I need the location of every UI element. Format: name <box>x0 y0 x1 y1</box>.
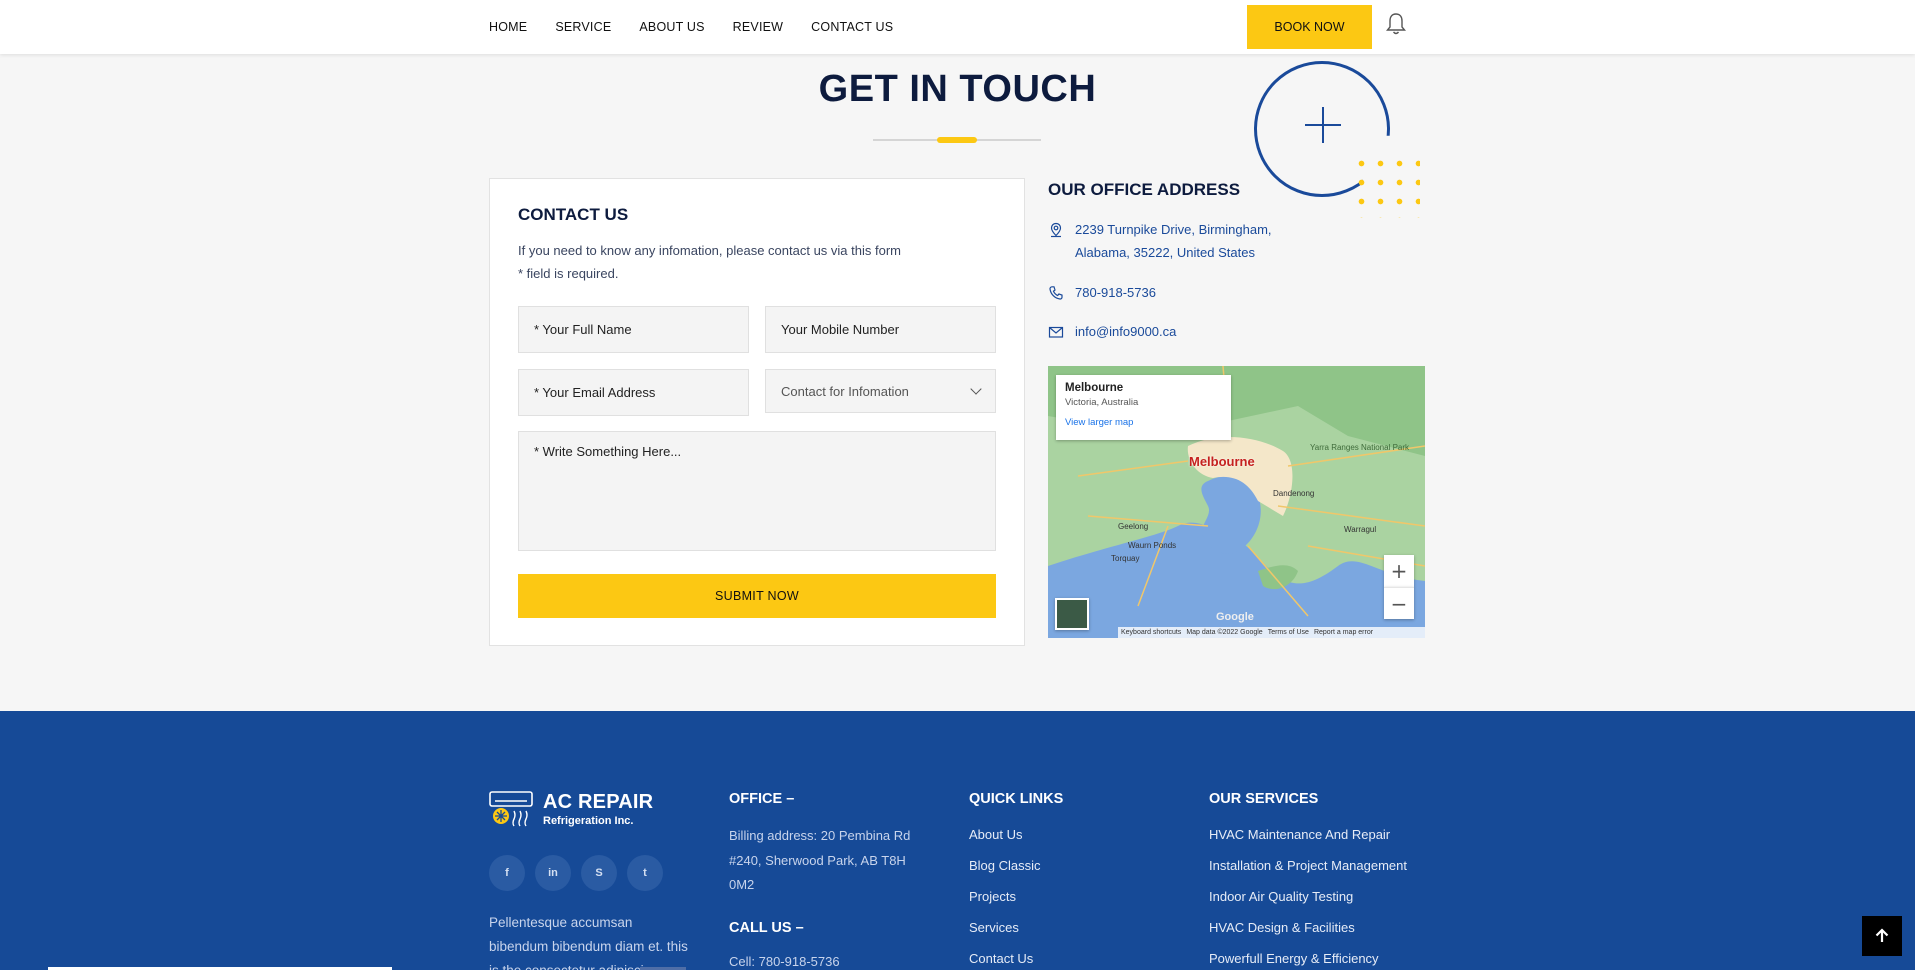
site-footer: AC REPAIR Refrigeration Inc. f in S t Pe… <box>0 711 1915 970</box>
footer-link-services[interactable]: Services <box>969 917 1041 939</box>
map-data-text: Map data ©2022 Google <box>1186 629 1263 636</box>
title-accent <box>937 137 977 143</box>
book-now-button[interactable]: BOOK NOW <box>1247 5 1372 49</box>
email-row: info@info9000.ca <box>1048 320 1176 343</box>
embedded-map[interactable]: Dandenong Geelong Waurn Ponds Torquay Wa… <box>1048 366 1425 638</box>
map-label-torquay: Torquay <box>1111 554 1139 563</box>
submit-button[interactable]: SUBMIT NOW <box>518 574 996 618</box>
skype-icon[interactable]: S <box>581 855 617 891</box>
keyboard-shortcuts-link[interactable]: Keyboard shortcuts <box>1121 629 1181 636</box>
zoom-out-button[interactable]: − <box>1384 587 1414 619</box>
map-attribution: Keyboard shortcuts Map data ©2022 Google… <box>1118 627 1425 638</box>
google-logo: Google <box>1216 611 1254 623</box>
service-link-energy-efficiency[interactable]: Powerfull Energy & Efficiency <box>1209 948 1407 970</box>
footer-link-about-us[interactable]: About Us <box>969 824 1041 846</box>
zoom-in-button[interactable]: + <box>1384 555 1414 587</box>
view-larger-map-link[interactable]: View larger map <box>1065 417 1222 428</box>
address-line-2: Alabama, 35222, United States <box>1075 245 1255 260</box>
services-list: HVAC Maintenance And Repair Installation… <box>1209 824 1407 970</box>
map-city-label: Melbourne <box>1189 454 1255 469</box>
social-links: f in S t <box>489 855 663 891</box>
location-pin-icon <box>1050 222 1062 238</box>
bell-icon[interactable] <box>1385 12 1407 36</box>
office-title: OUR OFFICE ADDRESS <box>1048 180 1241 199</box>
contact-form: CONTACT US If you need to know any infom… <box>489 178 1025 646</box>
map-label-geelong: Geelong <box>1118 522 1148 531</box>
nav-about-us[interactable]: ABOUT US <box>639 20 704 34</box>
phone-icon <box>1049 286 1063 300</box>
cell-number[interactable]: Cell: 780-918-5736 <box>729 954 840 969</box>
full-name-input[interactable] <box>518 306 749 353</box>
select-value: Contact for Infomation <box>781 383 909 399</box>
facebook-icon[interactable]: f <box>489 855 525 891</box>
map-info-card: Melbourne Victoria, Australia View large… <box>1056 375 1231 440</box>
brand-subtitle: Refrigeration Inc. <box>543 815 634 827</box>
call-us-heading: CALL US – <box>729 920 804 936</box>
map-card-city: Melbourne <box>1065 382 1124 394</box>
nav-service[interactable]: SERVICE <box>555 20 611 34</box>
service-link-hvac-design[interactable]: HVAC Design & Facilities <box>1209 917 1407 939</box>
quick-links-heading: QUICK LINKS <box>969 791 1064 807</box>
intro-text: If you need to know any infomation, plea… <box>518 243 901 258</box>
map-card-region: Victoria, Australia <box>1065 397 1139 408</box>
address-row: 2239 Turnpike Drive, Birmingham, Alabama… <box>1048 218 1272 264</box>
contact-form-title: CONTACT US <box>518 205 629 224</box>
service-link-installation[interactable]: Installation & Project Management <box>1209 855 1407 877</box>
footer-about-text: Pellentesque accumsan bibendum bibendum … <box>489 915 688 970</box>
map-label-waurn-ponds: Waurn Ponds <box>1128 541 1176 550</box>
service-link-air-quality[interactable]: Indoor Air Quality Testing <box>1209 886 1407 908</box>
plus-icon <box>1305 107 1341 143</box>
decorative-dots <box>1352 154 1420 218</box>
footer-link-contact-us[interactable]: Contact Us <box>969 948 1041 970</box>
address-line-1: 2239 Turnpike Drive, Birmingham, <box>1075 222 1272 237</box>
phone-number[interactable]: 780-918-5736 <box>1075 281 1156 304</box>
scroll-to-top-button[interactable] <box>1862 916 1902 956</box>
mobile-number-input[interactable] <box>765 306 996 353</box>
map-label-dandenong: Dandenong <box>1273 489 1314 498</box>
site-header: HOME SERVICE ABOUT US REVIEW CONTACT US … <box>0 0 1915 54</box>
ac-unit-icon <box>489 791 533 827</box>
nav-home[interactable]: HOME <box>489 20 527 34</box>
message-textarea[interactable] <box>518 431 996 551</box>
quick-links-list: About Us Blog Classic Projects Services … <box>969 824 1041 970</box>
required-note: * field is required. <box>518 266 619 281</box>
main-nav: HOME SERVICE ABOUT US REVIEW CONTACT US <box>489 20 893 34</box>
billing-address: Billing address: 20 Pembina Rd #240, She… <box>729 828 911 892</box>
terms-of-use-link[interactable]: Terms of Use <box>1268 629 1309 636</box>
report-error-link[interactable]: Report a map error <box>1314 629 1373 636</box>
footer-link-projects[interactable]: Projects <box>969 886 1041 908</box>
section-title: GET IN TOUCH <box>818 68 1097 110</box>
email-input[interactable] <box>518 369 749 416</box>
chevron-down-icon <box>970 383 982 395</box>
nav-review[interactable]: REVIEW <box>733 20 784 34</box>
nav-contact-us[interactable]: CONTACT US <box>811 20 893 34</box>
services-heading: OUR SERVICES <box>1209 791 1319 807</box>
email-link[interactable]: info@info9000.ca <box>1075 320 1176 343</box>
office-heading: OFFICE – <box>729 791 795 807</box>
footer-link-blog-classic[interactable]: Blog Classic <box>969 855 1041 877</box>
twitter-icon[interactable]: t <box>627 855 663 891</box>
mail-icon <box>1048 326 1064 338</box>
brand-title: AC REPAIR <box>543 791 654 813</box>
phone-row: 780-918-5736 <box>1048 281 1156 304</box>
map-label-yarra-ranges: Yarra Ranges National Park <box>1310 443 1410 452</box>
contact-form-intro: If you need to know any infomation, plea… <box>518 239 901 285</box>
arrow-up-icon <box>1875 928 1889 942</box>
linkedin-icon[interactable]: in <box>535 855 571 891</box>
satellite-toggle[interactable] <box>1055 598 1089 630</box>
contact-topic-select[interactable]: Contact for Infomation <box>765 369 996 413</box>
brand-logo[interactable]: AC REPAIR Refrigeration Inc. <box>489 791 653 827</box>
map-label-warragul: Warragul <box>1344 525 1376 534</box>
service-link-hvac-maintenance[interactable]: HVAC Maintenance And Repair <box>1209 824 1407 846</box>
